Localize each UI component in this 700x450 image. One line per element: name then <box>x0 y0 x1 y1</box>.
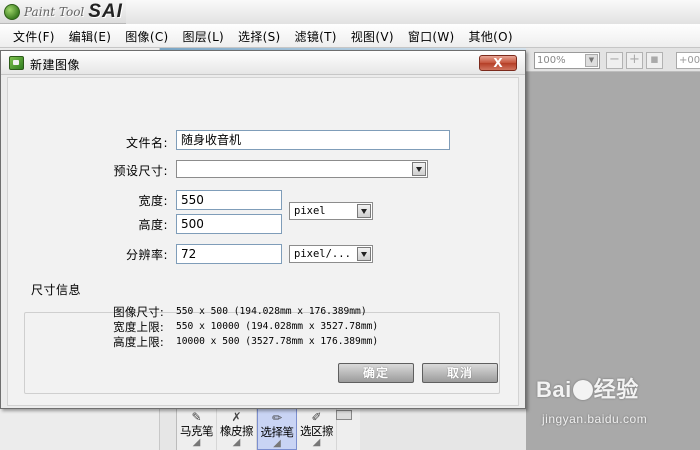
height-label: 高度: <box>138 218 168 232</box>
app-title-bar: Paint Tool SAI <box>0 0 700 24</box>
menu-select[interactable]: 选择(S) <box>231 26 287 45</box>
tool-panel-scroll-button[interactable] <box>336 410 352 420</box>
dialog-body: 文件名: 随身收音机 预设尺寸: 宽度: 550 高度: 500 pixel 分… <box>7 77 519 406</box>
resolution-unit-value: pixel/... <box>294 248 351 260</box>
tool-select-eraser[interactable]: ✐ 选区擦 ◢ <box>297 408 337 450</box>
chevron-down-icon <box>357 247 371 261</box>
menu-filter[interactable]: 滤镜(T) <box>288 26 344 45</box>
image-size-label: 图像尺寸: <box>113 305 164 319</box>
tool-label: 选择笔 <box>260 425 295 439</box>
height-input[interactable]: 500 <box>176 214 282 234</box>
zoom-value: 100% <box>537 55 566 66</box>
dialog-titlebar[interactable]: 新建图像 X <box>1 51 525 75</box>
size-unit-select[interactable]: pixel <box>289 202 373 220</box>
zoom-in-button[interactable]: + <box>626 52 643 69</box>
filename-label: 文件名: <box>125 136 168 150</box>
tool-shape-icon: ◢ <box>192 437 201 448</box>
paw-icon <box>572 380 593 400</box>
watermark-logo: Bai 经验 <box>536 372 639 404</box>
tool-eraser[interactable]: ✗ 橡皮擦 ◢ <box>217 408 257 450</box>
tool-label: 选区擦 <box>300 424 334 438</box>
select-eraser-icon: ✐ <box>311 410 322 424</box>
size-unit-value: pixel <box>294 205 326 217</box>
tool-shape-icon: ◢ <box>312 437 321 448</box>
tool-shape-icon: ◢ <box>232 437 241 448</box>
preset-select[interactable] <box>176 160 428 178</box>
menu-image[interactable]: 图像(C) <box>118 26 175 45</box>
size-info-title: 尺寸信息 <box>28 281 85 298</box>
zoom-reset-button[interactable]: ▪ <box>646 52 663 69</box>
menu-bar: 文件(F) 编辑(E) 图像(C) 图层(L) 选择(S) 滤镜(T) 视图(V… <box>0 24 700 48</box>
marker-icon: ✎ <box>191 410 202 424</box>
menu-edit[interactable]: 编辑(E) <box>62 26 118 45</box>
resolution-label: 分辨率: <box>125 248 168 262</box>
eraser-icon: ✗ <box>231 410 242 424</box>
resolution-unit-select[interactable]: pixel/... <box>289 245 373 263</box>
chevron-down-icon <box>412 162 426 176</box>
chevron-down-icon <box>357 204 371 218</box>
title-strip <box>126 0 700 24</box>
menu-view[interactable]: 视图(V) <box>344 26 401 45</box>
tool-label: 马克笔 <box>180 424 214 438</box>
zoom-toolbar: 100% ▼ − + ▪ +000 <box>526 48 700 72</box>
width-limit-value: 550 x 10000 (194.028mm x 3527.78mm) <box>176 321 379 332</box>
width-input[interactable]: 550 <box>176 190 282 210</box>
menu-other[interactable]: 其他(O) <box>462 26 520 45</box>
app-logo-text: Paint Tool <box>24 5 85 19</box>
height-limit-value: 10000 x 500 (3527.78mm x 176.389mm) <box>176 336 379 347</box>
width-limit-label: 宽度上限: <box>113 320 164 334</box>
app-icon <box>9 56 24 70</box>
tool-panel: ✎ 马克笔 ◢ ✗ 橡皮擦 ◢ ✏ 选择笔 ◢ ✐ 选区擦 ◢ <box>176 408 360 450</box>
app-logo-icon <box>4 4 20 20</box>
app-logo: Paint Tool SAI <box>4 1 123 22</box>
watermark-url: jingyan.baidu.com <box>542 412 648 426</box>
menu-window[interactable]: 窗口(W) <box>401 26 462 45</box>
zoom-select[interactable]: 100% ▼ <box>534 52 600 69</box>
tool-marker[interactable]: ✎ 马克笔 ◢ <box>177 408 217 450</box>
dialog-title: 新建图像 <box>30 58 81 72</box>
width-label: 宽度: <box>138 194 168 208</box>
app-logo-brand: SAI <box>88 1 123 22</box>
filename-input[interactable]: 随身收音机 <box>176 130 450 150</box>
baidu-watermark: Bai 经验 jingyan.baidu.com <box>536 372 696 432</box>
tool-shape-icon: ◢ <box>273 438 281 449</box>
cancel-button[interactable]: 取消 <box>422 363 498 383</box>
image-size-value: 550 x 500 (194.028mm x 176.389mm) <box>176 306 367 317</box>
new-image-dialog: 新建图像 X 文件名: 随身收音机 预设尺寸: 宽度: 550 高度: 500 … <box>0 50 526 409</box>
rotation-field[interactable]: +000 <box>676 52 700 69</box>
height-limit-label: 高度上限: <box>113 335 164 349</box>
ok-button[interactable]: 确定 <box>338 363 414 383</box>
menu-layer[interactable]: 图层(L) <box>175 26 231 45</box>
watermark-brand-right: 经验 <box>593 377 639 402</box>
tool-label: 橡皮擦 <box>220 424 254 438</box>
chevron-down-icon: ▼ <box>585 54 598 67</box>
zoom-out-button[interactable]: − <box>606 52 623 69</box>
preset-label: 预设尺寸: <box>113 164 168 178</box>
tool-select-pen[interactable]: ✏ 选择笔 ◢ <box>257 408 297 450</box>
watermark-brand-left: Bai <box>536 377 572 402</box>
close-button[interactable]: X <box>479 55 517 71</box>
resolution-input[interactable]: 72 <box>176 244 282 264</box>
select-pen-icon: ✏ <box>271 411 283 425</box>
menu-file[interactable]: 文件(F) <box>6 26 62 45</box>
